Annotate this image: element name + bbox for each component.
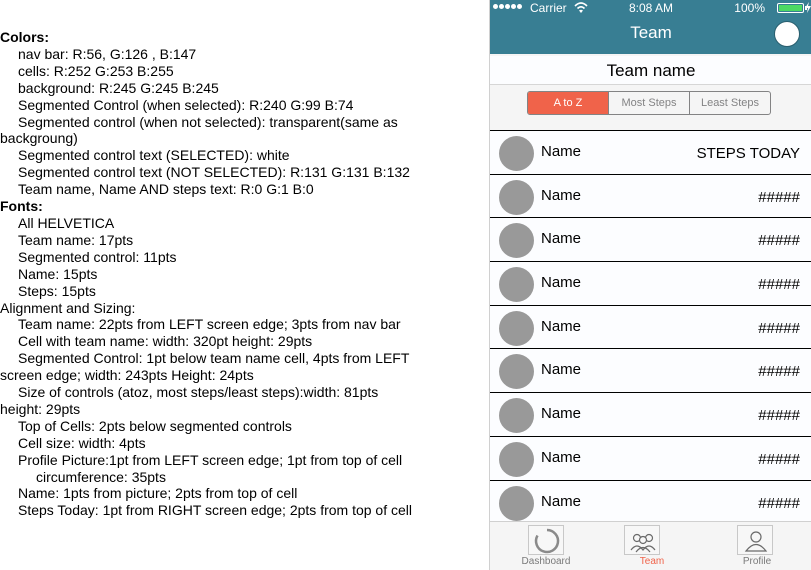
member-row[interactable]: Name #####: [490, 262, 811, 306]
member-steps: #####: [758, 450, 800, 468]
member-steps: #####: [758, 276, 800, 294]
nav-circle-button[interactable]: [774, 21, 800, 47]
member-row[interactable]: Name #####: [490, 393, 811, 437]
tab-profile[interactable]: Profile: [707, 522, 807, 570]
member-steps: #####: [758, 407, 800, 425]
spec-line: Segmented Control (when selected): R:240…: [18, 96, 354, 113]
member-name: Name: [541, 448, 582, 466]
member-row[interactable]: Name #####: [490, 349, 811, 394]
team-group-icon: [624, 525, 660, 555]
spec-line: Profile Picture:1pt from LEFT screen edg…: [18, 451, 403, 468]
avatar: [499, 267, 534, 303]
member-name: Name: [541, 361, 582, 379]
member-row[interactable]: Name #####: [490, 305, 811, 350]
battery-icon: [777, 3, 807, 13]
spec-line: Segmented control text (NOT SELECTED): R…: [18, 164, 410, 181]
spec-line: Segmented control: 11pts: [18, 248, 177, 265]
spec-line: Segmented Control: 1pt below team name c…: [18, 350, 410, 367]
spec-line: backgroung): [0, 130, 78, 147]
member-steps: #####: [758, 188, 800, 206]
spec-line: background: R:245 G:245 B:245: [18, 79, 219, 96]
dashboard-ring-icon: [528, 525, 564, 555]
member-row[interactable]: Name STEPS TODAY: [490, 131, 811, 175]
spec-line: Team name: 17pts: [18, 231, 134, 248]
spec-notes: Colors: nav bar: R:56, G:126 , B:147 cells…: [0, 29, 486, 519]
spec-line: cells: R:252 G:253 B:255: [18, 62, 174, 79]
member-name: Name: [541, 492, 582, 510]
spec-line: Size of controls (atoz, most steps/least…: [18, 384, 379, 401]
avatar: [499, 223, 534, 259]
member-list: Name STEPS TODAY Name ##### Name ##### Name ###…: [490, 130, 811, 525]
team-name: Team name: [606, 61, 696, 80]
charging-bolt-icon: [805, 2, 811, 13]
spec-line: Team name: 22pts from LEFT screen edge; …: [18, 316, 401, 333]
member-name: Name: [541, 230, 582, 248]
member-row[interactable]: Name #####: [490, 436, 811, 481]
member-row[interactable]: Name #####: [490, 480, 811, 525]
spec-line: circumference: 35pts: [36, 468, 166, 485]
tab-bar: Dashboard Team Profile: [490, 521, 811, 570]
member-name: Name: [541, 143, 582, 160]
member-name: Name: [541, 186, 582, 204]
spec-line: All HELVETICA: [18, 214, 115, 231]
spec-line: Alignment and Sizing:: [0, 299, 136, 316]
member-row[interactable]: Name #####: [490, 174, 811, 219]
spec-line: screen edge; width: 243pts Height: 24pts: [0, 367, 254, 384]
spec-line: Steps Today: 1pt from RIGHT screen edge;…: [18, 502, 413, 519]
spec-line: Team name, Name AND steps text: R:0 G:1 …: [18, 181, 314, 198]
spec-line: Name: 1pts from picture; 2pts from top o…: [18, 485, 298, 502]
tab-team[interactable]: Team: [602, 522, 702, 570]
segment-a-to-z[interactable]: A to Z: [528, 92, 608, 114]
spec-line: Cell with team name: width: 320pt height…: [18, 333, 313, 350]
tab-label-dashboard: Dashboard: [521, 556, 571, 567]
avatar: [499, 310, 534, 346]
spec-line: height: 29pts: [0, 400, 81, 417]
segment-most-steps[interactable]: Most Steps: [608, 92, 689, 114]
member-steps: #####: [758, 494, 800, 512]
member-name: Name: [541, 317, 582, 335]
spec-line: nav bar: R:56, G:126 , B:147: [18, 45, 197, 62]
spec-heading: Fonts:: [0, 198, 43, 215]
tab-dashboard[interactable]: Dashboard: [496, 522, 596, 570]
member-name: Name: [541, 274, 582, 292]
phone-screen: Carrier 8:08 AM 100% Team Team name A to…: [489, 0, 811, 570]
spec-line: Cell size: width: 4pts: [18, 434, 146, 451]
tab-label-team: Team: [639, 556, 665, 567]
sort-segmented-control: A to Z Most Steps Least Steps: [527, 91, 771, 115]
member-name: Name: [541, 405, 582, 423]
avatar: [499, 485, 534, 521]
spec-line: Top of Cells: 2pts below segmented contr…: [18, 417, 292, 434]
segment-least-steps[interactable]: Least Steps: [689, 92, 770, 114]
nav-title: Team: [630, 23, 672, 42]
avatar: [499, 136, 534, 171]
nav-bar: Team: [490, 16, 811, 54]
member-steps: #####: [758, 319, 800, 337]
spec-line: Segmented control text (SELECTED): white: [18, 147, 290, 164]
member-steps: #####: [758, 232, 800, 250]
member-row[interactable]: Name #####: [490, 218, 811, 263]
profile-person-icon: [737, 525, 773, 555]
avatar: [499, 398, 534, 434]
member-steps: #####: [758, 363, 800, 381]
team-name-cell: Team name: [490, 56, 811, 85]
battery-percent: 100%: [734, 1, 765, 15]
tab-label-profile: Profile: [742, 556, 772, 567]
status-bar: Carrier 8:08 AM 100%: [490, 0, 811, 16]
spec-line: Segmented control (when not selected): t…: [18, 113, 398, 130]
avatar: [499, 354, 534, 390]
spec-line: Name: 15pts: [18, 265, 98, 282]
avatar: [499, 179, 534, 215]
spec-line: Steps: 15pts: [18, 282, 96, 299]
steps-today-label: STEPS TODAY: [696, 145, 800, 162]
avatar: [499, 441, 534, 477]
spec-heading: Colors:: [0, 29, 49, 45]
